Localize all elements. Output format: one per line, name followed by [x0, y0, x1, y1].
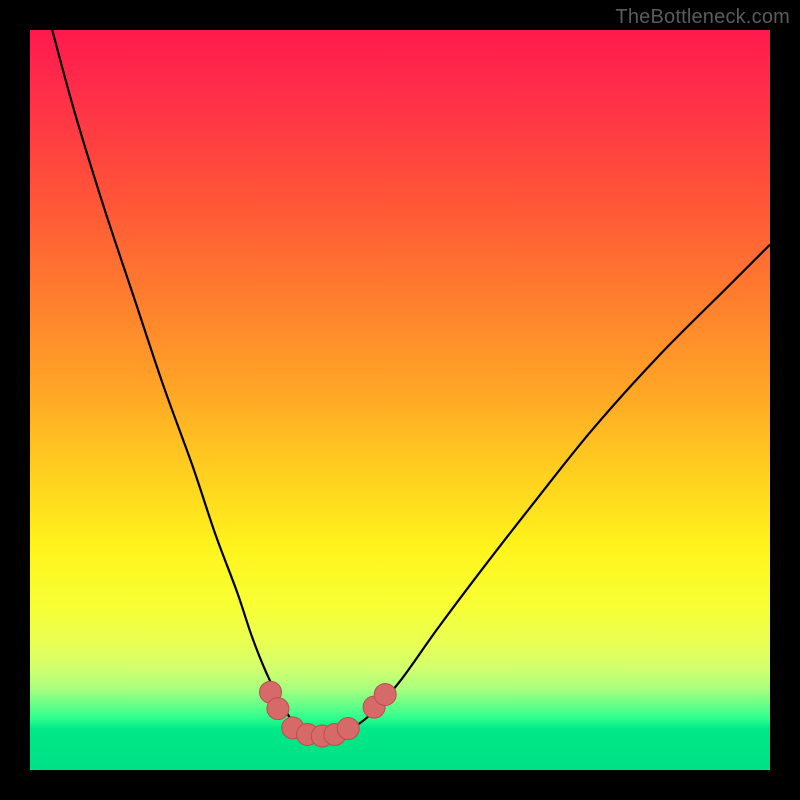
- watermark-text: TheBottleneck.com: [615, 6, 790, 29]
- data-marker: [374, 684, 396, 706]
- data-marker: [337, 718, 359, 740]
- data-marker: [267, 698, 289, 720]
- curve-left-branch: [52, 30, 315, 737]
- curve-right-branch: [333, 245, 770, 737]
- marker-group: [260, 681, 397, 747]
- bottleneck-curve-svg: [30, 30, 770, 770]
- chart-frame: [30, 30, 770, 770]
